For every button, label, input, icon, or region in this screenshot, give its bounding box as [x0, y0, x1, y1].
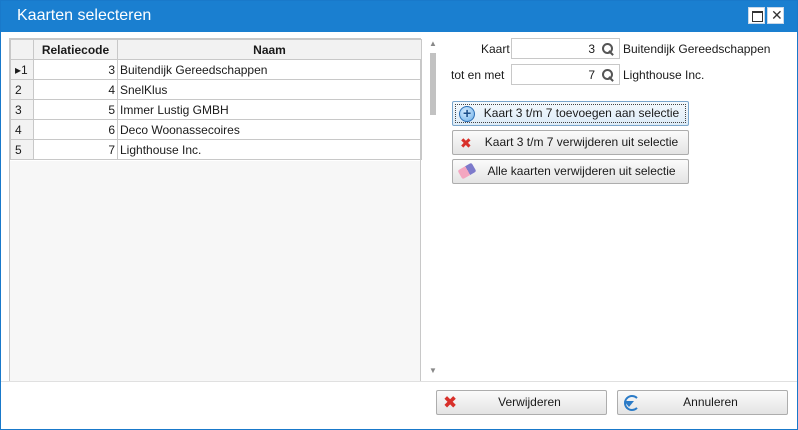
window-title: Kaarten selecteren	[17, 7, 152, 24]
dialog-window: Kaarten selecteren ✕ Relatiecode Naam ▸1…	[0, 0, 798, 430]
records-table: Relatiecode Naam ▸1 3 Buitendijk Gereeds…	[10, 39, 422, 160]
header-relatiecode[interactable]: Relatiecode	[33, 39, 118, 60]
scroll-up-icon[interactable]: ▲	[429, 39, 437, 48]
cancel-button[interactable]: Annuleren	[617, 390, 788, 415]
grid-empty-area	[10, 161, 420, 381]
close-icon[interactable]: ✕	[767, 7, 784, 24]
cell-naam[interactable]: SnelKlus	[117, 79, 422, 100]
title-bar: Kaarten selecteren ✕	[1, 1, 797, 32]
records-grid: Relatiecode Naam ▸1 3 Buitendijk Gereeds…	[9, 38, 422, 382]
cell-naam[interactable]: Lighthouse Inc.	[117, 139, 422, 160]
cell-relatiecode[interactable]: 7	[33, 139, 118, 160]
cancel-button-label: Annuleren	[683, 395, 738, 409]
kaart-label: Kaart	[481, 42, 510, 56]
add-button-label: Kaart 3 t/m 7 toevoegen aan selectie	[483, 106, 680, 120]
undo-icon	[624, 395, 640, 411]
table-row[interactable]: ▸1 3 Buitendijk Gereedschappen	[10, 59, 422, 80]
row-indicator: ▸1	[10, 59, 34, 80]
add-to-selection-button[interactable]: Kaart 3 t/m 7 toevoegen aan selectie	[452, 101, 689, 126]
row-indicator: 3	[10, 99, 34, 120]
scroll-thumb[interactable]	[430, 53, 436, 115]
table-row[interactable]: 3 5 Immer Lustig GMBH	[10, 99, 422, 120]
totmet-label: tot en met	[451, 68, 505, 82]
delete-button-label: Verwijderen	[498, 395, 561, 409]
remove-from-selection-button[interactable]: Kaart 3 t/m 7 verwijderen uit selectie	[452, 130, 689, 155]
row-indicator: 2	[10, 79, 34, 100]
scroll-down-icon[interactable]: ▼	[429, 366, 437, 375]
totmet-name: Lighthouse Inc.	[623, 68, 705, 82]
header-indicator	[10, 39, 34, 60]
search-icon[interactable]	[601, 42, 615, 56]
cell-relatiecode[interactable]: 3	[33, 59, 118, 80]
remove-x-icon	[459, 132, 475, 155]
cell-relatiecode[interactable]: 6	[33, 119, 118, 140]
vertical-scrollbar[interactable]: ▲ ▼	[428, 39, 438, 380]
footer-divider	[1, 381, 797, 382]
maximize-icon[interactable]	[748, 7, 765, 24]
table-header-row: Relatiecode Naam	[10, 39, 422, 60]
totmet-value[interactable]: 7	[588, 68, 595, 82]
row-indicator: 5	[10, 139, 34, 160]
clear-button-label: Alle kaarten verwijderen uit selectie	[487, 164, 676, 178]
cell-naam[interactable]: Immer Lustig GMBH	[117, 99, 422, 120]
cell-naam[interactable]: Deco Woonassecoires	[117, 119, 422, 140]
delete-x-icon	[443, 391, 459, 414]
header-naam[interactable]: Naam	[117, 39, 422, 60]
delete-button[interactable]: Verwijderen	[436, 390, 607, 415]
kaart-name: Buitendijk Gereedschappen	[623, 42, 771, 56]
cell-relatiecode[interactable]: 5	[33, 99, 118, 120]
row-indicator: 4	[10, 119, 34, 140]
table-row[interactable]: 4 6 Deco Woonassecoires	[10, 119, 422, 140]
table-row[interactable]: 2 4 SnelKlus	[10, 79, 422, 100]
table-row[interactable]: 5 7 Lighthouse Inc.	[10, 139, 422, 160]
clear-selection-button[interactable]: Alle kaarten verwijderen uit selectie	[452, 159, 689, 184]
kaart-value[interactable]: 3	[588, 42, 595, 56]
remove-button-label: Kaart 3 t/m 7 verwijderen uit selectie	[484, 135, 679, 149]
search-icon[interactable]	[601, 68, 615, 82]
cell-naam[interactable]: Buitendijk Gereedschappen	[117, 59, 422, 80]
cell-relatiecode[interactable]: 4	[33, 79, 118, 100]
add-circle-icon	[459, 102, 475, 125]
kaart-field[interactable]: 3	[511, 38, 620, 59]
totmet-field[interactable]: 7	[511, 64, 620, 85]
